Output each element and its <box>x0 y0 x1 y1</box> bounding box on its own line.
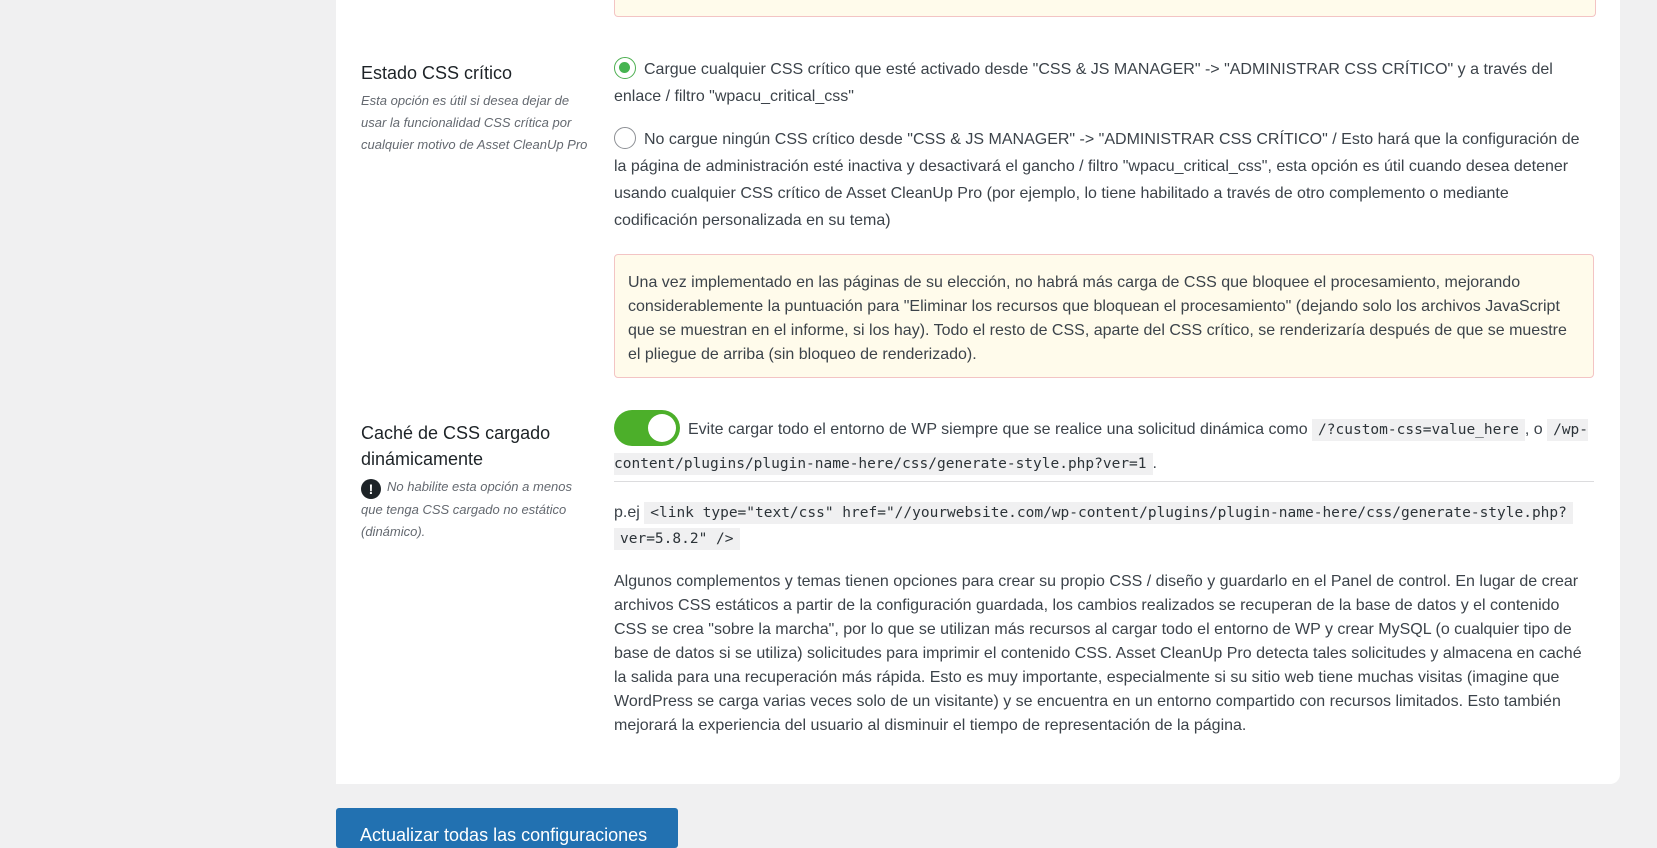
code-separator: , o <box>1524 421 1543 438</box>
divider <box>614 481 1594 482</box>
notice-text: Una vez implementado en las páginas de s… <box>628 274 1567 363</box>
example-block: p.ej <link type="text/css" href="//yourw… <box>614 500 1594 552</box>
critical-css-options: Cargue cualquier CSS crítico que esté ac… <box>614 56 1594 110</box>
option-load-label: Cargue cualquier CSS crítico que esté ac… <box>614 61 1553 105</box>
example-prefix: p.ej <box>614 504 640 521</box>
dynamic-css-explanation: Algunos complementos y temas tienen opci… <box>614 573 1582 734</box>
example-code-line-2: ver=5.8.2" /> <box>614 528 740 550</box>
example-code-line-1: <link type="text/css" href="//yourwebsit… <box>644 502 1573 524</box>
critical-css-description: Esta opción es útil si desea dejar de us… <box>361 93 588 152</box>
dynamic-css-toggle-row: Evite cargar todo el entorno de WP siemp… <box>614 410 1594 481</box>
dynamic-css-toggle[interactable] <box>614 410 680 446</box>
dynamic-css-label: Caché de CSS cargado dinámicamente ! No h… <box>361 420 591 543</box>
code-end: . <box>1152 455 1157 472</box>
dynamic-css-title: Caché de CSS cargado dinámicamente <box>361 423 551 469</box>
toggle-text: Evite cargar todo el entorno de WP siemp… <box>688 421 1308 438</box>
warning-text: No habilite esta opción a menos que teng… <box>361 479 573 539</box>
option-no-load-label: No cargue ningún CSS crítico desde "CSS … <box>614 131 1580 229</box>
previous-notice-box <box>614 0 1596 17</box>
critical-css-title: Estado CSS crítico <box>361 63 513 83</box>
warning-icon: ! <box>361 479 381 499</box>
update-all-settings-button[interactable]: Actualizar todas las configuraciones <box>336 808 678 848</box>
dynamic-css-warning: ! No habilite esta opción a menos que ten… <box>361 476 591 543</box>
option-no-load-critical-css[interactable]: No cargue ningún CSS crítico desde "CSS … <box>614 126 1594 234</box>
code-custom-css: /?custom-css=value_here <box>1312 419 1525 441</box>
radio-load-critical-css[interactable] <box>614 57 636 79</box>
option-load-critical-css[interactable]: Cargue cualquier CSS crítico que esté ac… <box>614 56 1594 110</box>
toggle-knob <box>648 414 676 442</box>
critical-css-label: Estado CSS crítico Esta opción es útil s… <box>361 60 591 156</box>
radio-no-load-critical-css[interactable] <box>614 127 636 149</box>
critical-css-notice: Una vez implementado en las páginas de s… <box>614 254 1594 378</box>
critical-css-option-2: No cargue ningún CSS crítico desde "CSS … <box>614 126 1594 234</box>
